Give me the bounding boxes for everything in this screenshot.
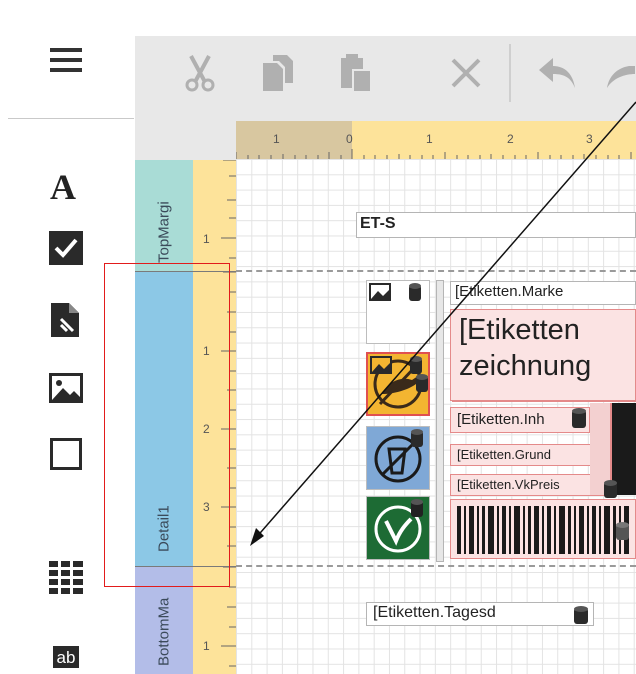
band-label-bottom: BottomMa	[155, 597, 173, 666]
database-icon	[410, 356, 422, 374]
picture-icon	[370, 356, 392, 374]
cut-button[interactable]	[175, 40, 225, 106]
vertical-ruler-top: 1	[193, 160, 236, 272]
database-icon	[409, 283, 421, 301]
database-icon	[411, 429, 423, 447]
checkbox-tool[interactable]	[38, 226, 94, 270]
copy-icon	[263, 55, 293, 91]
field-marke[interactable]: [Etiketten.Marke	[450, 281, 636, 305]
undo-button[interactable]	[529, 40, 585, 106]
richtext-icon	[51, 303, 79, 337]
band-label-top: TopMargi	[155, 201, 173, 263]
database-icon	[572, 408, 586, 428]
label-icon: ab	[53, 646, 79, 668]
field-inhalt-text: [Etiketten.Inh	[457, 411, 545, 428]
band-separator[interactable]	[236, 565, 636, 567]
toolbar	[135, 36, 636, 120]
undo-icon	[539, 58, 575, 88]
ruler-label: 3	[586, 132, 593, 146]
field-tagesdatum-text: [Etiketten.Tagesd	[373, 604, 496, 621]
picture-icon	[49, 373, 83, 403]
field-vkpreis[interactable]: [Etiketten.VkPreis	[450, 474, 610, 496]
field-bezeichnung-line2: zeichnung	[459, 350, 592, 382]
band-topmargin[interactable]: TopMargi	[135, 160, 193, 272]
paste-button[interactable]	[331, 40, 381, 106]
redo-button[interactable]	[605, 40, 636, 106]
toolbox-divider	[8, 118, 134, 119]
et-label-text: ET-S	[360, 215, 396, 232]
redo-icon	[607, 66, 635, 88]
close-icon	[451, 58, 481, 88]
shape-icon	[50, 438, 82, 470]
ruler-label: 0	[346, 132, 353, 146]
label-tool[interactable]: ab	[38, 636, 94, 674]
richtext-tool[interactable]	[38, 298, 94, 342]
field-grundpreis-text: [Etiketten.Grund	[457, 447, 551, 462]
checkbox-icon	[49, 231, 83, 265]
picture-icon	[369, 283, 391, 301]
panel-grip[interactable]	[436, 280, 444, 562]
field-vkpreis-text: [Etiketten.VkPreis	[457, 477, 560, 492]
highlight-frame	[104, 263, 230, 587]
picture-box[interactable]	[366, 280, 430, 344]
field-inhalt[interactable]: [Etiketten.Inh	[450, 407, 590, 433]
menu-icon[interactable]	[38, 38, 94, 82]
field-bezeichnung[interactable]: [Etiketten zeichnung	[450, 309, 636, 401]
ruler-label: 2	[507, 132, 514, 146]
vertical-ruler-label: 1	[203, 232, 210, 246]
table-icon	[49, 561, 83, 594]
picture-tool[interactable]	[38, 366, 94, 410]
database-icon	[604, 480, 617, 498]
horizontal-ruler: 1 0 1 2 3	[236, 121, 636, 159]
database-icon	[411, 499, 423, 517]
field-underline	[452, 400, 636, 402]
copy-button[interactable]	[253, 40, 303, 106]
database-icon	[616, 522, 629, 540]
barcode-field[interactable]	[450, 499, 636, 559]
database-icon	[416, 374, 428, 392]
text-icon: A	[50, 168, 76, 204]
barcode-graphic	[457, 506, 629, 554]
picture-box[interactable]	[366, 426, 430, 490]
field-tagesdatum[interactable]: [Etiketten.Tagesd	[366, 602, 594, 626]
band-separator[interactable]	[236, 270, 636, 272]
scissors-icon	[185, 55, 215, 92]
paste-icon	[341, 54, 372, 92]
toolbar-divider	[509, 44, 511, 102]
label-icon-text: ab	[56, 648, 76, 667]
text-tool[interactable]: A	[38, 164, 94, 208]
vertical-ruler-label: 1	[203, 639, 210, 653]
field-grundpreis[interactable]: [Etiketten.Grund	[450, 444, 610, 466]
field-marke-text: [Etiketten.Marke	[455, 283, 564, 300]
shape-tool[interactable]	[38, 432, 94, 476]
picture-box[interactable]	[366, 496, 430, 560]
table-tool[interactable]	[38, 556, 94, 600]
field-bezeichnung-line1: [Etiketten	[459, 314, 580, 346]
ruler-label: 1	[426, 132, 433, 146]
database-icon	[574, 606, 588, 624]
svg-text:A: A	[50, 168, 76, 204]
delete-button[interactable]	[441, 40, 491, 106]
et-label[interactable]: ET-S	[356, 212, 636, 238]
ruler-label: 1	[273, 132, 280, 146]
